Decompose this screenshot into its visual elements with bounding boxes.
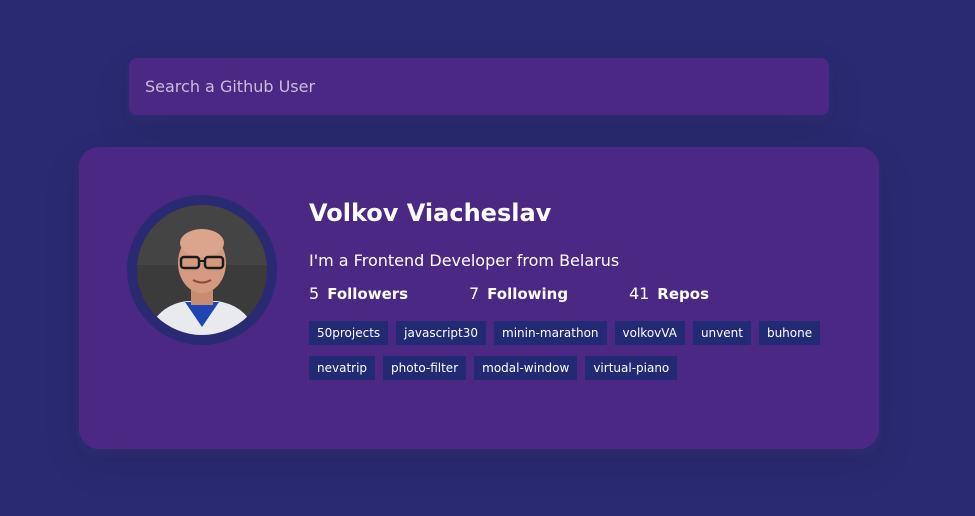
stat-repos: 41 Repos <box>629 282 709 306</box>
followers-count: 5 <box>309 284 320 303</box>
repo-link[interactable]: volkovVA <box>614 321 685 345</box>
following-label: Following <box>487 285 569 303</box>
search-form <box>129 58 829 115</box>
user-bio: I'm a Frontend Developer from Belarus <box>309 251 620 270</box>
user-stats: 5 Followers 7 Following 41 Repos <box>309 282 709 306</box>
avatar <box>127 195 277 345</box>
followers-label: Followers <box>327 285 409 303</box>
user-card: Volkov Viacheslav I'm a Frontend Develop… <box>79 147 879 449</box>
repo-link[interactable]: nevatrip <box>309 356 376 380</box>
repo-link[interactable]: minin-marathon <box>494 321 607 345</box>
repo-link[interactable]: modal-window <box>474 356 578 380</box>
repo-link[interactable]: virtual-piano <box>585 356 678 380</box>
repos-count: 41 <box>628 284 650 303</box>
repo-link[interactable]: javascript30 <box>396 321 487 345</box>
stat-following: 7 Following <box>469 282 568 306</box>
repo-link[interactable]: unvent <box>692 321 751 345</box>
stat-followers: 5 Followers <box>309 282 408 306</box>
user-info: Volkov Viacheslav I'm a Frontend Develop… <box>309 195 839 391</box>
search-input[interactable] <box>129 58 829 115</box>
repo-link[interactable]: 50projects <box>309 321 389 345</box>
user-name: Volkov Viacheslav <box>309 199 552 227</box>
repos-label: Repos <box>657 285 709 303</box>
following-count: 7 <box>468 284 480 303</box>
avatar-image <box>137 205 267 335</box>
repo-list: 50projects javascript30 minin-marathon v… <box>309 321 829 391</box>
repo-link[interactable]: photo-filter <box>383 356 467 380</box>
repo-link[interactable]: buhone <box>758 321 821 345</box>
